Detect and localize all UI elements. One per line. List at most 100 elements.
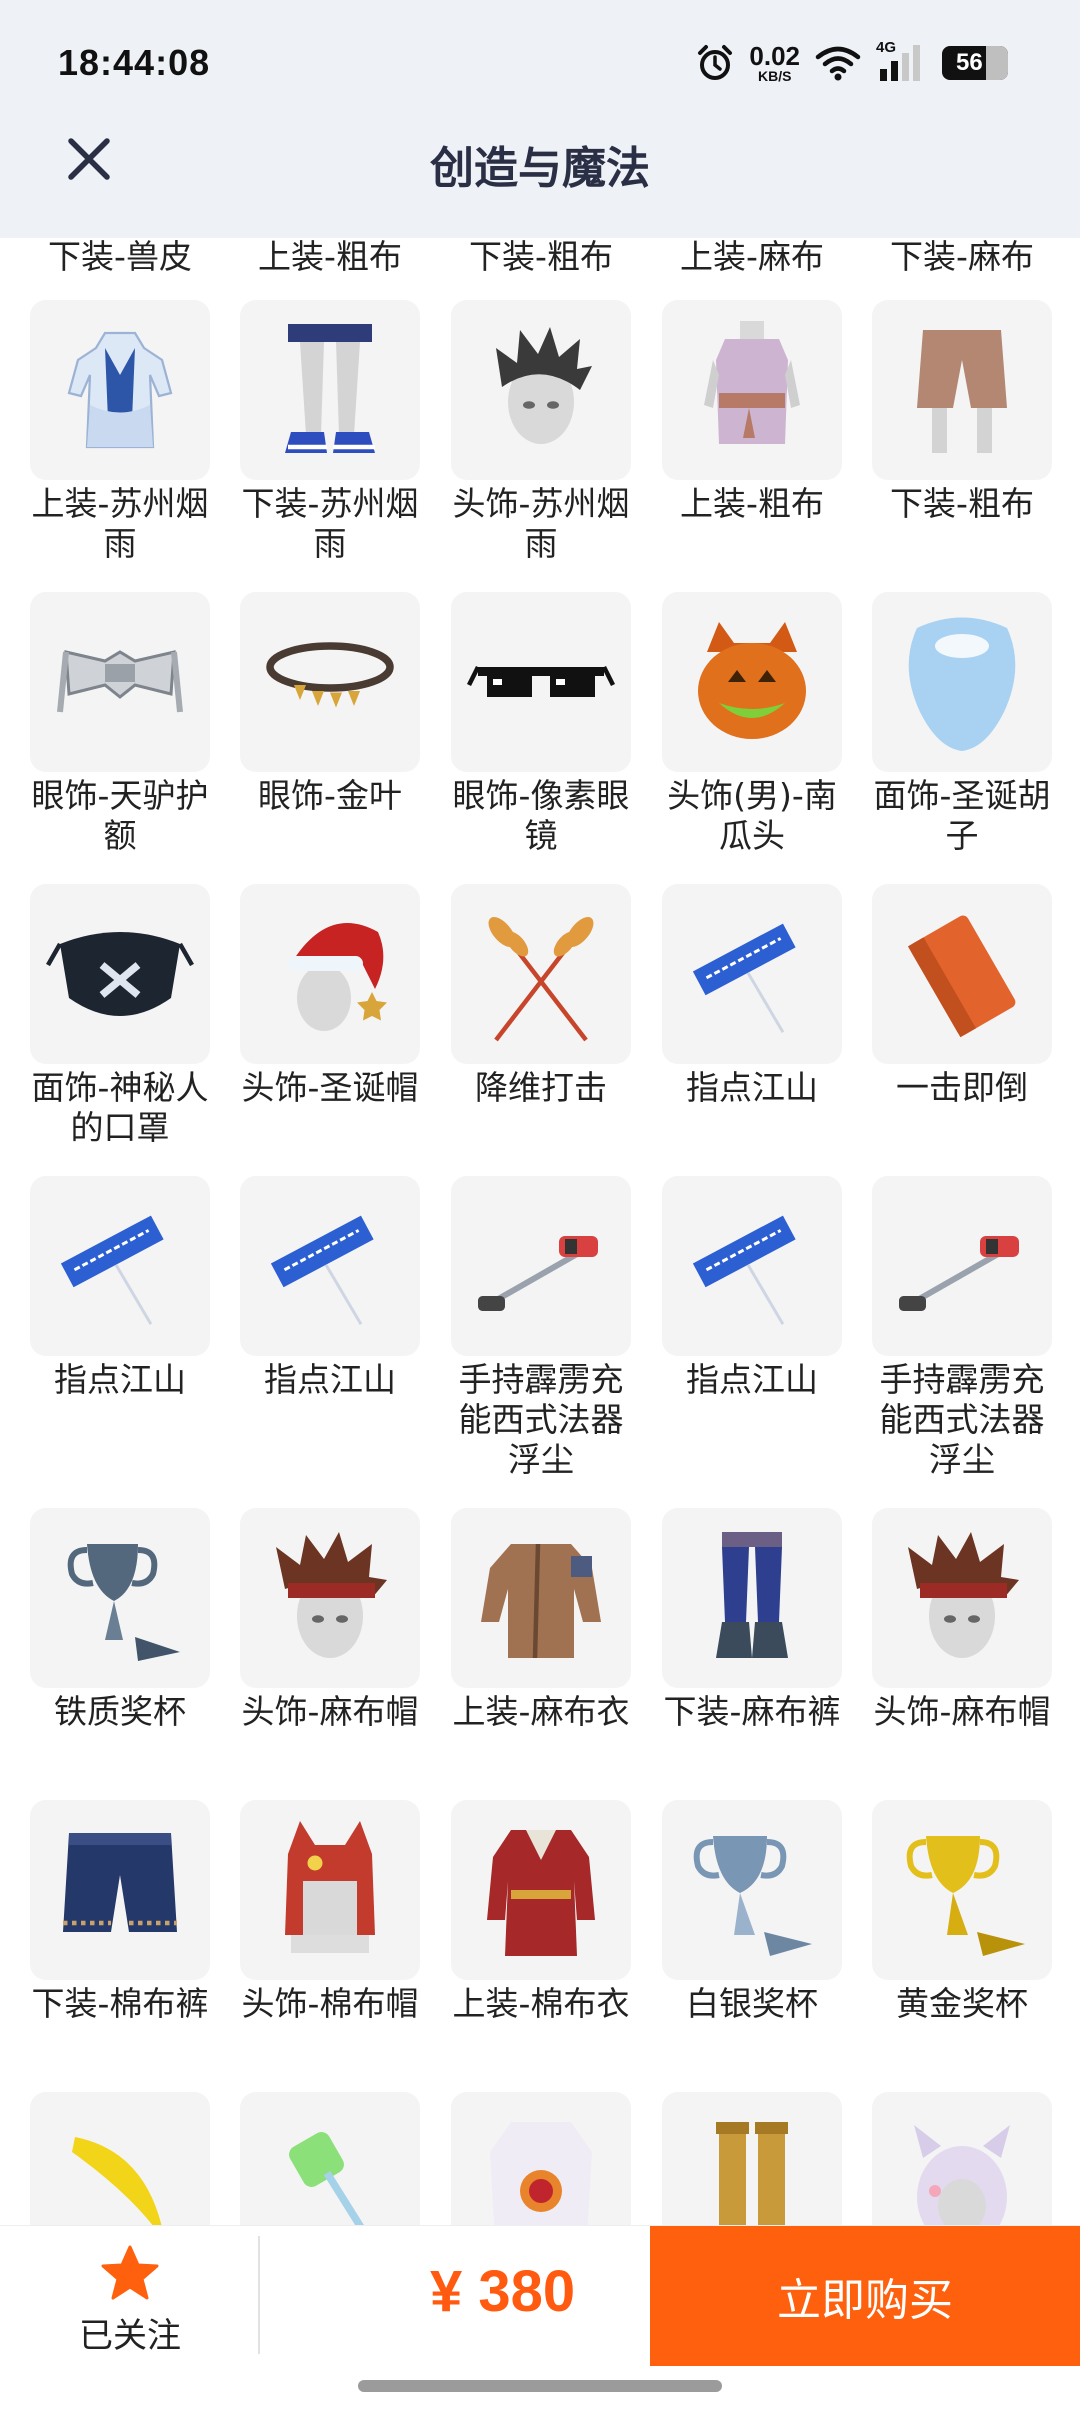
product-label: 头饰-苏州烟雨 <box>452 484 630 563</box>
list-item-label: 下装-麻布 <box>890 238 1034 276</box>
product-item[interactable]: 一击即倒 <box>872 884 1052 1108</box>
toy-hammer-icon <box>240 2092 420 2225</box>
product-item[interactable]: 指点江山 <box>30 1176 210 1400</box>
net-speed: 0.02 KB/S <box>749 43 800 83</box>
product-item[interactable]: 头饰-麻布帽 <box>240 1508 420 1732</box>
product-item[interactable]: 上装-苏州烟雨 <box>30 300 210 564</box>
product-item[interactable]: 头饰(男)-南瓜头 <box>662 592 842 856</box>
product-item[interactable]: 手持霹雳充能西式法器浮尘 <box>872 1176 1052 1480</box>
product-item[interactable]: 手持霹雳充能西式法器浮尘 <box>451 1176 631 1480</box>
pumpkin-head-icon <box>662 592 842 772</box>
product-item[interactable]: 上装-麻布衣 <box>451 1508 631 1732</box>
product-label: 一击即倒 <box>896 1068 1028 1107</box>
headband-head-icon <box>240 1508 420 1688</box>
product-item[interactable]: 指点江山 <box>662 884 842 1108</box>
battery-icon: 56 <box>942 46 1008 80</box>
gold-trophy-icon <box>872 1800 1052 1980</box>
product-item[interactable]: 头饰-棉布帽 <box>240 1800 420 2024</box>
product-item[interactable]: 下装-粗布 <box>872 300 1052 524</box>
product-label: 头饰-麻布帽 <box>241 1692 419 1731</box>
product-label: 下装-粗布 <box>890 484 1034 523</box>
blue-robe-icon <box>30 300 210 480</box>
product-item[interactable] <box>662 2092 842 2225</box>
sash-tunic-icon <box>662 300 842 480</box>
product-label: 面饰-神秘人的口罩 <box>31 1068 209 1147</box>
product-item[interactable]: 上装-棉布衣 <box>451 1800 631 2024</box>
product-item[interactable]: 眼饰-金叶 <box>240 592 420 816</box>
gold-leaf-band-icon <box>240 592 420 772</box>
product-label: 眼饰-金叶 <box>258 776 402 815</box>
follow-button[interactable]: 已关注 <box>60 2244 200 2357</box>
product-item[interactable]: 下装-麻布裤 <box>662 1508 842 1732</box>
product-item[interactable] <box>872 2092 1052 2225</box>
star-icon <box>101 2245 159 2300</box>
headband-head-icon <box>872 1508 1052 1688</box>
product-item[interactable]: 降维打击 <box>451 884 631 1108</box>
product-label: 头饰-棉布帽 <box>241 1984 419 2023</box>
top-bar: 18:44:08 0.02 KB/S 4G 56 创造与魔法 <box>0 0 1080 238</box>
status-time: 18:44:08 <box>58 42 211 83</box>
product-label: 手持霹雳充能西式法器浮尘 <box>458 1360 624 1479</box>
santa-hat-head-icon <box>240 884 420 1064</box>
battery-level: 56 <box>956 49 983 76</box>
product-item[interactable]: 指点江山 <box>240 1176 420 1400</box>
product-label: 降维打击 <box>475 1068 607 1107</box>
product-item[interactable]: 下装-棉布裤 <box>30 1800 210 2024</box>
banner-flag-icon <box>662 1176 842 1356</box>
bottom-bar: 已关注 ¥ 380 立即购买 <box>0 2225 1080 2366</box>
red-coat-icon <box>451 1800 631 1980</box>
product-label: 黄金奖杯 <box>896 1984 1028 2023</box>
santa-beard-icon <box>872 592 1052 772</box>
product-label: 指点江山 <box>686 1068 818 1107</box>
net-speed-value: 0.02 <box>749 41 800 71</box>
product-item[interactable]: 面饰-圣诞胡子 <box>872 592 1052 856</box>
product-item[interactable]: 白银奖杯 <box>662 1800 842 2024</box>
product-item[interactable] <box>30 2092 210 2225</box>
wifi-icon <box>815 46 861 81</box>
product-item[interactable]: 上装-粗布 <box>662 300 842 524</box>
product-label: 指点江山 <box>264 1360 396 1399</box>
follow-label: 已关注 <box>79 2316 181 2356</box>
product-item[interactable] <box>451 2092 631 2225</box>
list-item-label: 下装-粗布 <box>469 238 613 276</box>
leather-jacket-icon <box>451 1508 631 1688</box>
product-label: 下装-苏州烟雨 <box>241 484 419 563</box>
product-item[interactable]: 下装-苏州烟雨 <box>240 300 420 564</box>
net-speed-unit: KB/S <box>757 68 792 84</box>
product-label: 上装-粗布 <box>680 484 824 523</box>
brown-shorts-icon <box>872 300 1052 480</box>
vacuum-cleaner-icon <box>872 1176 1052 1356</box>
product-label: 头饰-圣诞帽 <box>241 1068 419 1107</box>
product-label: 上装-麻布衣 <box>452 1692 630 1731</box>
product-label: 下装-麻布裤 <box>663 1692 841 1731</box>
product-item[interactable]: 铁质奖杯 <box>30 1508 210 1732</box>
item-grid: 下装-兽皮 上装-粗布 下装-粗布 上装-麻布 下装-麻布 上装-苏州烟雨 下装-… <box>0 238 1080 2225</box>
white-medal-shirt-icon <box>451 2092 631 2225</box>
alarm-icon <box>698 45 733 80</box>
iron-trophy-icon <box>30 1508 210 1688</box>
denim-shorts-icon <box>30 1800 210 1980</box>
status-icons: 0.02 KB/S 4G 56 <box>695 36 1008 90</box>
product-label: 上装-棉布衣 <box>452 1984 630 2023</box>
list-item-label: 上装-麻布 <box>680 238 824 276</box>
product-item[interactable]: 眼饰-像素眼镜 <box>451 592 631 856</box>
product-item[interactable]: 头饰-麻布帽 <box>872 1508 1052 1732</box>
product-label: 手持霹雳充能西式法器浮尘 <box>879 1360 1045 1479</box>
home-indicator <box>358 2380 722 2392</box>
list-item-label: 下装-兽皮 <box>48 238 192 276</box>
product-item[interactable]: 头饰-圣诞帽 <box>240 884 420 1108</box>
gold-boots-icon <box>662 2092 842 2225</box>
product-item[interactable]: 眼饰-天驴护额 <box>30 592 210 856</box>
product-item[interactable] <box>240 2092 420 2225</box>
product-label: 白银奖杯 <box>686 1984 818 2023</box>
product-item[interactable]: 黄金奖杯 <box>872 1800 1052 2024</box>
product-item[interactable]: 头饰-苏州烟雨 <box>451 300 631 564</box>
product-item[interactable]: 面饰-神秘人的口罩 <box>30 884 210 1148</box>
price: ¥ 380 <box>430 2259 576 2324</box>
vacuum-cleaner-icon <box>451 1176 631 1356</box>
product-item[interactable]: 指点江山 <box>662 1176 842 1400</box>
product-label: 头饰(男)-南瓜头 <box>667 776 837 855</box>
buy-now-button[interactable]: 立即购买 <box>650 2226 1080 2366</box>
purple-animal-hood-icon <box>872 2092 1052 2225</box>
banner-flag-icon <box>30 1176 210 1356</box>
